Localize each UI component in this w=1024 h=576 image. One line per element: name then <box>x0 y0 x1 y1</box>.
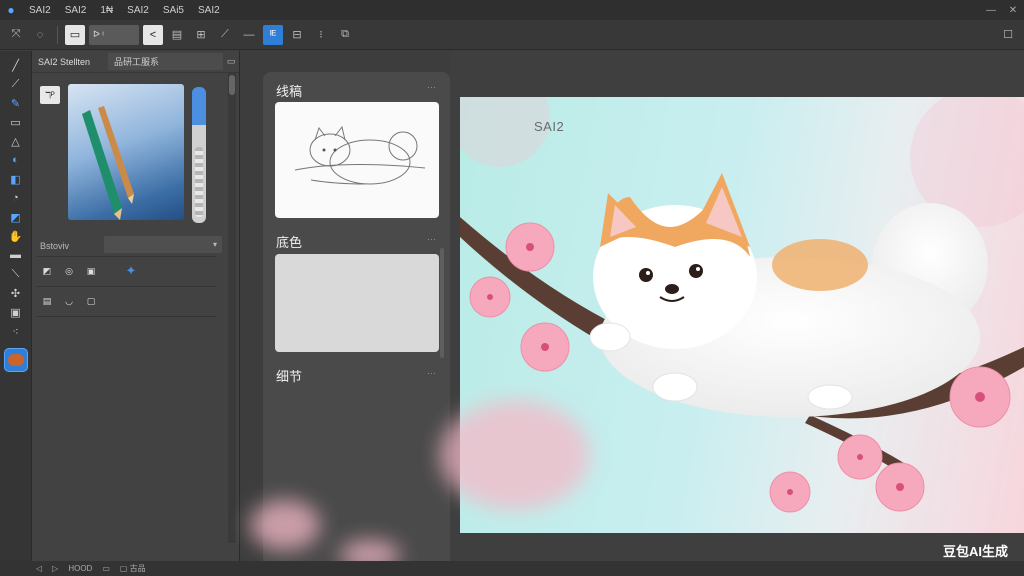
blend-mode-dropdown[interactable]: ▾ <box>104 236 222 253</box>
brush-panel-header: SAI2 Stellten 品研工服系 ▭ <box>32 51 239 73</box>
brush-options-row: ◩ ◎ ▣ ✦ <box>40 260 220 282</box>
status-icon[interactable]: ▭ <box>102 564 110 573</box>
brush-panel-title: SAI2 Stellten <box>38 56 91 67</box>
pencils-illustration <box>82 106 134 220</box>
layer-name[interactable]: 细节 <box>276 366 302 385</box>
airbrush-icon[interactable]: ✎ <box>5 95 27 111</box>
menu-bar: ● SAI2 SAI2 1₦ SAI2 SAi5 SAI2 — ✕ <box>0 0 1024 20</box>
blurred-blossom <box>250 500 320 550</box>
next-icon[interactable]: ▷ <box>52 564 58 573</box>
sketch-dog-thumbnail <box>294 125 426 185</box>
back-button[interactable]: < <box>143 24 163 45</box>
layers-scrollbar[interactable] <box>440 248 444 358</box>
prev-icon[interactable]: ◁ <box>36 564 42 573</box>
blurred-blossom <box>440 400 590 510</box>
eraser-icon[interactable]: ◌ <box>30 25 50 45</box>
brush-panel-tab[interactable]: 品研工服系 <box>108 53 223 70</box>
rotate-icon[interactable]: ⟋ <box>215 25 235 45</box>
move-icon[interactable]: ✣ <box>5 285 27 301</box>
layer-menu-icon[interactable]: ··· <box>427 82 436 92</box>
brush-preview <box>68 84 184 220</box>
marker-icon[interactable]: ▭ <box>5 114 27 130</box>
panel-menu-icon[interactable]: ▭ <box>223 56 239 67</box>
menu-item[interactable]: SAi5 <box>156 5 191 16</box>
copy-icon[interactable]: ⧉ <box>335 25 355 45</box>
canvas-label: SAI2 <box>534 119 565 134</box>
texture-icon[interactable]: ▤ <box>40 294 54 308</box>
app-logo-icon: ● <box>7 3 15 17</box>
stamp-icon[interactable]: ◎ <box>62 264 76 278</box>
mask-icon[interactable]: ▢ <box>84 294 98 308</box>
blue-brush-icon[interactable]: ✦ <box>124 263 138 278</box>
transform-icon[interactable]: ⤧ <box>6 25 26 45</box>
panel-icon[interactable]: ⊟ <box>287 25 307 45</box>
layer-thumbnail-base[interactable] <box>275 254 439 352</box>
menu-item[interactable]: SAI2 <box>191 5 227 16</box>
tool-option-icon[interactable]: ◩ <box>40 264 54 278</box>
mode-toggle-button[interactable]: ᴵᴱ <box>263 24 283 45</box>
menu-item[interactable]: SAI2 <box>120 5 156 16</box>
select-icon[interactable]: ◩ <box>5 209 27 225</box>
layers-grid-icon[interactable]: ⊞ <box>191 25 211 45</box>
zoom-field[interactable]: ᐅ ᵎ <box>89 24 139 45</box>
cup-icon[interactable]: ◡ <box>62 294 76 308</box>
image-icon[interactable]: ▣ <box>84 264 98 278</box>
hand-icon[interactable]: ⁖ <box>5 323 27 339</box>
ruler-icon[interactable]: ⟍ <box>5 266 27 282</box>
brush-preview-icon[interactable]: ℸᴾ <box>40 86 60 104</box>
menu-item[interactable]: SAI2 <box>22 5 58 16</box>
dog-avatar-icon <box>7 354 24 366</box>
status-text: HOOD <box>68 564 93 573</box>
brush-extras-row: ▤ ◡ ▢ <box>40 290 220 312</box>
minimize-button[interactable]: — <box>980 5 1002 16</box>
cylinder-icon[interactable]: ▣ <box>5 304 27 320</box>
fill-icon[interactable]: ◐ <box>5 152 27 168</box>
layer-thumbnail-sketch[interactable] <box>275 102 439 218</box>
brush-icon[interactable]: ⟋ <box>5 76 27 92</box>
sai2-app-window: ● SAI2 SAI2 1₦ SAI2 SAi5 SAI2 — ✕ ⤧ ◌ ▭ … <box>0 0 1024 576</box>
brush-panel-scrollbar[interactable] <box>228 73 236 543</box>
close-button[interactable]: ✕ <box>1002 5 1024 16</box>
layer-name[interactable]: 线稿 <box>276 81 302 100</box>
lasso-icon[interactable]: ✋ <box>5 228 27 244</box>
status-bar: ◁ ▷ HOOD ▭ ▢ 古品 <box>0 561 1024 576</box>
user-avatar[interactable] <box>3 348 28 372</box>
toolbar: ⤧ ◌ ▭ ᐅ ᵎ < ▤ ⊞ ⟋ — ᴵᴱ ⊟ ⁝ ⧉ ☐ <box>0 20 1024 50</box>
menu-item[interactable]: 1₦ <box>93 5 120 16</box>
blend-mode-label: Bstoviv <box>40 241 70 251</box>
layer-menu-icon[interactable]: ··· <box>427 234 436 244</box>
window-icon[interactable]: ☐ <box>998 25 1018 45</box>
tool-strip: ╱ ⟋ ✎ ▭ △ ◐ ◧ ◔ ◩ ✋ ▬ ⟍ ✣ ▣ ⁖ <box>0 51 32 561</box>
pen-icon[interactable]: ╱ <box>5 57 27 73</box>
grid-icon[interactable]: ▤ <box>167 25 187 45</box>
bucket-icon[interactable]: ◧ <box>5 171 27 187</box>
camera-icon[interactable]: ▬ <box>5 247 27 263</box>
layer-name[interactable]: 底色 <box>276 232 302 251</box>
menu-item[interactable]: SAI2 <box>58 5 94 16</box>
brush-size-slider[interactable] <box>192 87 206 223</box>
watermark: 豆包AI生成 <box>942 544 1008 559</box>
status-text: ▢ 古品 <box>119 564 146 573</box>
blur-icon[interactable]: ◔ <box>5 190 27 206</box>
line-icon[interactable]: — <box>239 25 259 45</box>
layer-menu-icon[interactable]: ··· <box>427 368 436 378</box>
canvas-icon[interactable]: ▭ <box>65 24 85 45</box>
more-icon[interactable]: ⁝ <box>311 25 331 45</box>
watercolor-icon[interactable]: △ <box>5 133 27 149</box>
